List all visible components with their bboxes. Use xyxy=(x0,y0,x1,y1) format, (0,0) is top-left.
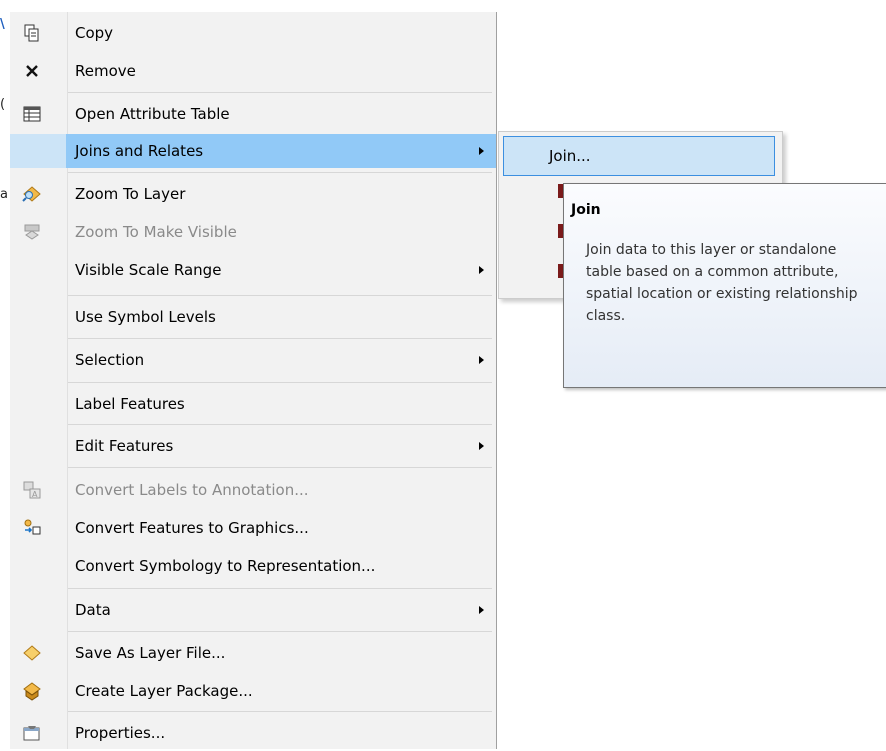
menu-item-data[interactable]: Data xyxy=(10,592,496,628)
menu-separator xyxy=(68,424,492,425)
menu-item-label: Visible Scale Range xyxy=(75,261,222,279)
menu-item-visible-scale-range[interactable]: Visible Scale Range xyxy=(10,252,496,288)
layer-file-icon xyxy=(22,643,42,663)
background-fragment: \ xyxy=(0,17,5,32)
tooltip-body: Join data to this layer or standalone ta… xyxy=(586,242,858,324)
menu-item-label: Use Symbol Levels xyxy=(75,308,216,326)
menu-item-label: Convert Symbology to Representation... xyxy=(75,557,376,575)
layer-package-icon xyxy=(22,681,42,701)
menu-separator xyxy=(68,711,492,712)
table-icon xyxy=(22,104,42,124)
submenu-arrow-icon xyxy=(479,266,484,274)
copy-icon xyxy=(22,23,42,43)
background-fragment: a xyxy=(0,187,8,202)
zoom-make-visible-icon xyxy=(22,222,42,242)
menu-item-label: Edit Features xyxy=(75,437,174,455)
menu-item-label: Zoom To Make Visible xyxy=(75,223,237,241)
menu-item-remove[interactable]: Remove xyxy=(10,53,496,89)
menu-item-label: Selection xyxy=(75,351,145,369)
menu-item-zoom-to-make-visible[interactable]: Zoom To Make Visible xyxy=(10,214,496,250)
menu-item-label: Remove xyxy=(75,62,136,80)
menu-item-label: Save As Layer File... xyxy=(75,644,226,662)
submenu-arrow-icon xyxy=(479,147,484,155)
menu-item-label: Convert Features to Graphics... xyxy=(75,519,309,537)
menu-separator xyxy=(68,631,492,632)
menu-item-convert-symbology-to-representation[interactable]: Convert Symbology to Representation... xyxy=(10,548,496,584)
submenu-arrow-icon xyxy=(479,356,484,364)
submenu-arrow-icon xyxy=(479,606,484,614)
menu-separator xyxy=(68,92,492,93)
remove-x-icon xyxy=(22,61,42,81)
menu-item-label: Zoom To Layer xyxy=(75,185,186,203)
menu-item-label: Create Layer Package... xyxy=(75,682,253,700)
menu-item-zoom-to-layer[interactable]: Zoom To Layer xyxy=(10,176,496,212)
menu-separator xyxy=(68,295,492,296)
menu-item-label: Copy xyxy=(75,24,114,42)
menu-item-joins-and-relates[interactable]: Joins and Relates xyxy=(10,134,496,168)
background-window-edge xyxy=(0,0,10,749)
menu-item-create-layer-package[interactable]: Create Layer Package... xyxy=(10,673,496,709)
menu-item-save-as-layer-file[interactable]: Save As Layer File... xyxy=(10,635,496,671)
menu-item-use-symbol-levels[interactable]: Use Symbol Levels xyxy=(10,299,496,335)
submenu-item-label: Join... xyxy=(549,147,591,165)
menu-separator xyxy=(68,172,492,173)
convert-features-icon xyxy=(22,518,42,538)
convert-labels-icon: A xyxy=(22,480,42,500)
menu-item-label: Convert Labels to Annotation... xyxy=(75,481,309,499)
menu-separator xyxy=(68,588,492,589)
menu-item-convert-features-to-graphics[interactable]: Convert Features to Graphics... xyxy=(10,510,496,546)
menu-item-open-attribute-table[interactable]: Open Attribute Table xyxy=(10,96,496,132)
submenu-item-join[interactable]: Join... xyxy=(503,136,775,176)
tooltip-title: Join xyxy=(571,202,601,218)
context-menu: Copy Remove Open Attribute Table Joins a… xyxy=(10,12,497,749)
menu-item-edit-features[interactable]: Edit Features xyxy=(10,428,496,464)
menu-item-label: Joins and Relates xyxy=(75,142,204,160)
properties-icon xyxy=(22,723,42,743)
menu-item-label: Data xyxy=(75,601,111,619)
menu-item-label: Properties... xyxy=(75,724,166,742)
menu-item-selection[interactable]: Selection xyxy=(10,342,496,378)
menu-separator xyxy=(68,382,492,383)
menu-item-properties[interactable]: Properties... xyxy=(10,715,496,751)
menu-item-label-features[interactable]: Label Features xyxy=(10,386,496,422)
background-fragment: ( xyxy=(0,97,6,112)
svg-text:A: A xyxy=(32,490,38,499)
menu-separator xyxy=(68,338,492,339)
menu-item-copy[interactable]: Copy xyxy=(10,15,496,51)
menu-separator xyxy=(68,467,492,468)
submenu-arrow-icon xyxy=(479,442,484,450)
menu-item-convert-labels-to-annotation[interactable]: A Convert Labels to Annotation... xyxy=(10,472,496,508)
zoom-to-layer-icon xyxy=(22,184,42,204)
menu-item-label: Label Features xyxy=(75,395,185,413)
join-tooltip: Join Join data to this layer or standalo… xyxy=(563,183,886,388)
menu-item-label: Open Attribute Table xyxy=(75,105,230,123)
